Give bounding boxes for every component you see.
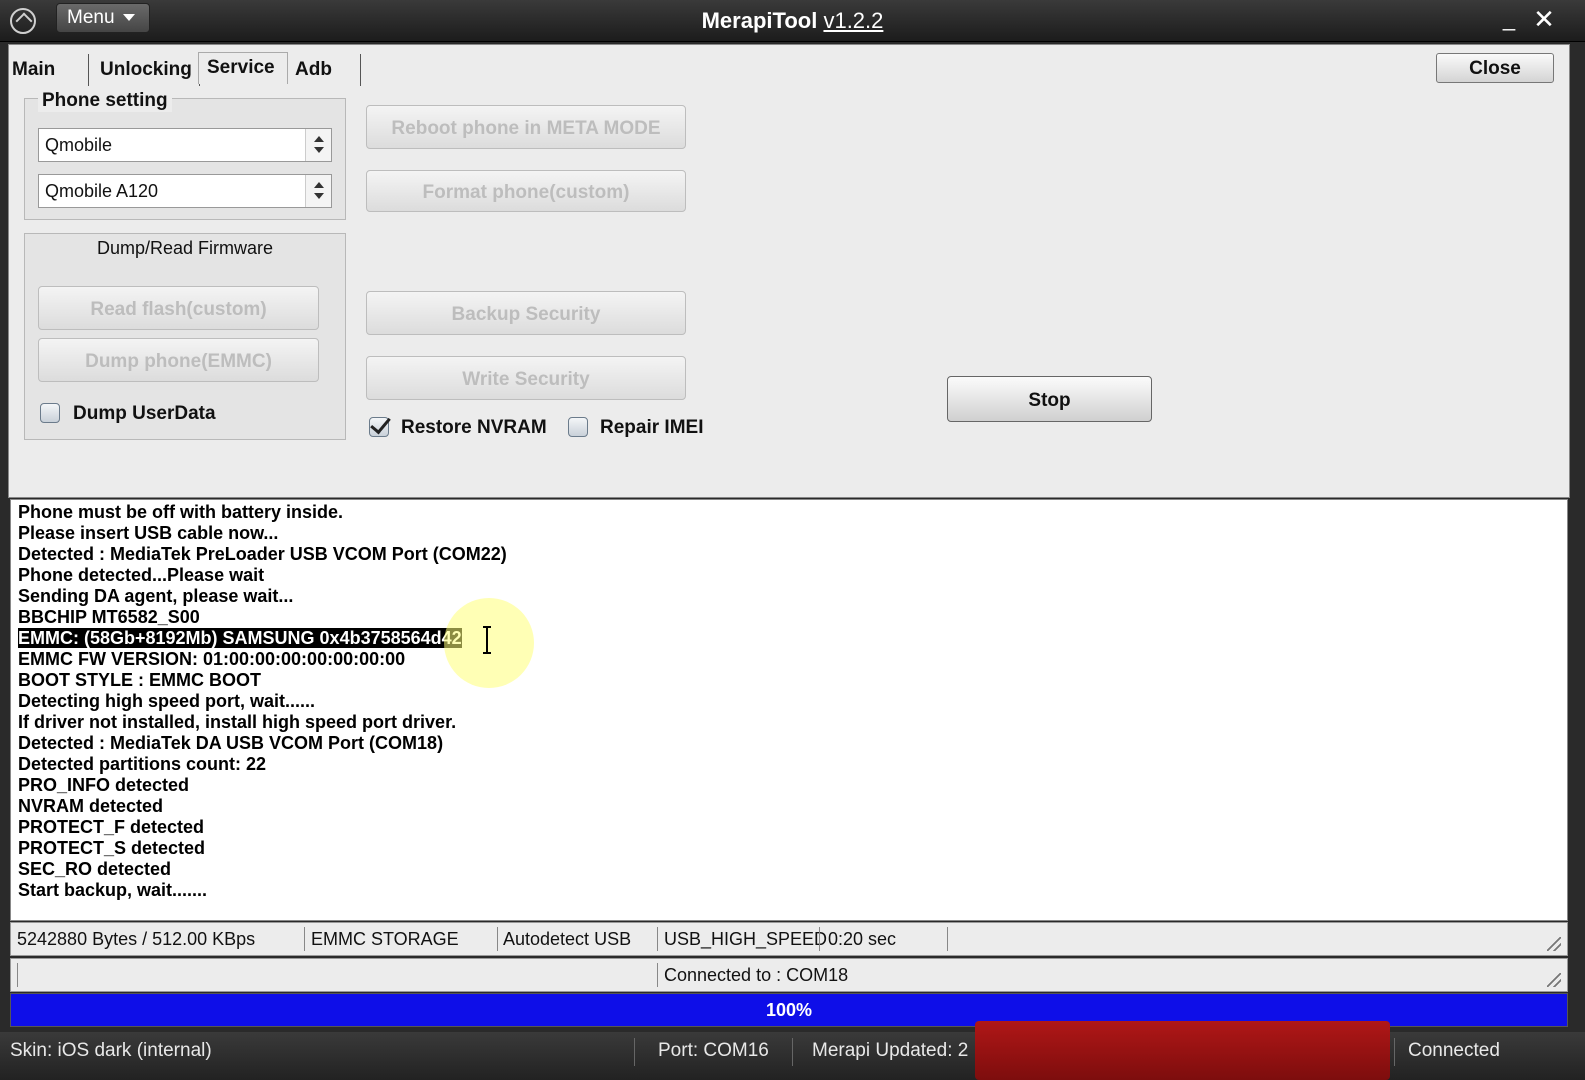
spinner-icon[interactable] — [305, 129, 331, 161]
usb-speed: USB_HIGH_SPEED — [664, 929, 828, 949]
log-line-selected: EMMC: (58Gb+8192Mb) SAMSUNG 0x4b3758564d… — [18, 628, 1567, 649]
dump-userdata-checkbox[interactable] — [40, 403, 60, 423]
transfer-status-bar: 5242880 Bytes / 512.00 KBps EMMC STORAGE… — [10, 922, 1568, 956]
divider — [657, 963, 658, 987]
storage-type: EMMC STORAGE — [311, 929, 459, 949]
text-cursor-icon — [483, 626, 492, 654]
log-line: Phone detected...Please wait — [18, 565, 265, 585]
close-button[interactable]: Close — [1436, 53, 1554, 83]
model-value: Qmobile A120 — [45, 181, 159, 201]
brand-value: Qmobile — [45, 135, 113, 155]
divider — [1394, 1038, 1395, 1066]
phone-setting-title: Phone setting — [38, 90, 172, 112]
log-output[interactable]: Phone must be off with battery inside. P… — [10, 499, 1568, 921]
elapsed-time: 0:20 sec — [828, 929, 897, 949]
title-bar: Menu MerapiTool v1.2.2 _ ✕ — [0, 0, 1585, 42]
skin-info: Skin: iOS dark (internal) — [10, 1040, 212, 1061]
transfer-rate: 5242880 Bytes / 512.00 KBps — [17, 929, 256, 949]
repair-imei-label: Repair IMEI — [600, 417, 704, 438]
model-select[interactable]: Qmobile A120 — [38, 174, 332, 208]
log-line: Detecting high speed port, wait...... — [18, 691, 316, 711]
log-line: SEC_RO detected — [18, 859, 172, 879]
resize-grip-icon[interactable] — [1547, 973, 1561, 987]
log-line: Detected partitions count: 22 — [18, 754, 267, 774]
connection-status: Connected — [1408, 1040, 1500, 1061]
usb-mode: Autodetect USB — [503, 929, 632, 949]
read-flash-button[interactable]: Read flash(custom) — [38, 286, 319, 330]
log-line: PROTECT_F detected — [18, 817, 205, 837]
close-window-icon[interactable]: ✕ — [1530, 4, 1558, 34]
tab-main[interactable]: Main — [12, 54, 89, 86]
brand-select[interactable]: Qmobile — [38, 128, 332, 162]
log-line: BBCHIP MT6582_S00 — [18, 607, 200, 627]
connected-port: Connected to : COM18 — [664, 965, 849, 985]
divider — [819, 927, 820, 951]
divider — [634, 1038, 635, 1066]
port-info: Port: COM16 — [658, 1040, 769, 1061]
divider — [497, 927, 498, 951]
tab-service[interactable]: Service — [198, 52, 288, 84]
resize-grip-icon[interactable] — [1547, 937, 1561, 951]
progress-label: 100% — [765, 1000, 813, 1020]
reboot-meta-button[interactable]: Reboot phone in META MODE — [366, 105, 686, 149]
log-line: Phone must be off with battery inside. — [18, 502, 344, 522]
repair-imei-checkbox[interactable] — [568, 417, 588, 437]
log-line: Detected : MediaTek DA USB VCOM Port (CO… — [18, 733, 444, 753]
restore-nvram-label: Restore NVRAM — [401, 417, 547, 438]
log-line: Start backup, wait....... — [18, 880, 208, 900]
backup-security-button[interactable]: Backup Security — [366, 291, 686, 335]
selected-text: EMMC: (58Gb+8192Mb) SAMSUNG 0x4b3758564d… — [18, 628, 462, 648]
connection-status-bar: Connected to : COM18 — [10, 958, 1568, 992]
divider — [792, 1038, 793, 1066]
stop-button[interactable]: Stop — [947, 376, 1152, 422]
log-line: PRO_INFO detected — [18, 775, 190, 795]
log-line: NVRAM detected — [18, 796, 164, 816]
app-version-link[interactable]: v1.2.2 — [823, 8, 883, 33]
app-name: MerapiTool — [701, 8, 818, 33]
tab-unlocking[interactable]: Unlocking — [100, 54, 200, 86]
window-title: MerapiTool v1.2.2 — [0, 8, 1585, 34]
log-line: Please insert USB cable now... — [18, 523, 279, 543]
update-info: Merapi Updated: 2 — [812, 1040, 969, 1061]
redacted-overlay — [975, 1021, 1390, 1080]
divider — [947, 927, 948, 951]
divider — [17, 963, 18, 987]
divider — [304, 927, 305, 951]
log-line: EMMC FW VERSION: 01:00:00:00:00:00:00:00 — [18, 649, 406, 669]
log-line: PROTECT_S detected — [18, 838, 206, 858]
dump-phone-button[interactable]: Dump phone(EMMC) — [38, 338, 319, 382]
log-line: If driver not installed, install high sp… — [18, 712, 457, 732]
write-security-button[interactable]: Write Security — [366, 356, 686, 400]
minimize-icon[interactable]: _ — [1498, 6, 1520, 32]
dump-firmware-title: Dump/Read Firmware — [96, 238, 274, 258]
restore-nvram-checkbox[interactable] — [369, 417, 389, 437]
dump-userdata-label: Dump UserData — [73, 403, 216, 424]
format-phone-button[interactable]: Format phone(custom) — [366, 170, 686, 212]
tab-adb[interactable]: Adb — [295, 54, 361, 86]
log-line: BOOT STYLE : EMMC BOOT — [18, 670, 261, 690]
log-line: Detected : MediaTek PreLoader USB VCOM P… — [18, 544, 507, 564]
divider — [657, 927, 658, 951]
spinner-icon[interactable] — [305, 175, 331, 207]
log-line: Sending DA agent, please wait... — [18, 586, 294, 606]
